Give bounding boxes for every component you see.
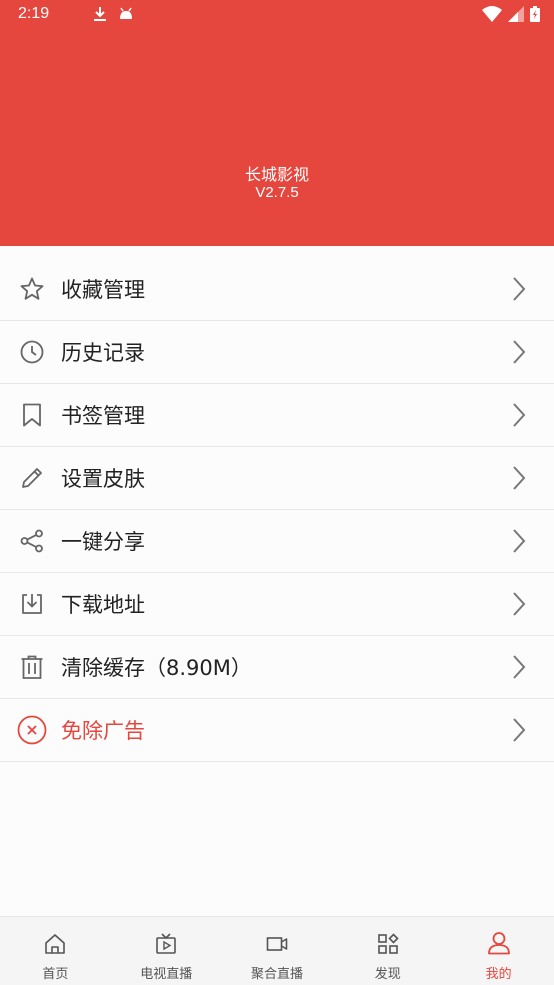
menu-item-remove-ads[interactable]: 免除广告 xyxy=(0,699,554,762)
home-icon xyxy=(45,934,66,954)
tab-tv-live[interactable]: 电视直播 xyxy=(111,917,222,985)
menu-item-label: 历史记录 xyxy=(61,341,145,365)
status-bar: 2:19 xyxy=(0,0,554,30)
pencil-icon xyxy=(22,468,42,488)
tab-mine[interactable]: 我的 xyxy=(443,917,554,985)
trash-icon xyxy=(21,655,43,679)
chevron-right-icon xyxy=(513,277,526,301)
tab-home[interactable]: 首页 xyxy=(0,917,111,985)
menu-item-label: 设置皮肤 xyxy=(61,467,145,491)
menu-item-label: 清除缓存（8.90M） xyxy=(61,656,252,680)
menu-item-label: 免除广告 xyxy=(61,719,145,743)
chevron-right-icon xyxy=(513,718,526,742)
bookmark-icon xyxy=(23,403,41,427)
chevron-right-icon xyxy=(513,655,526,679)
chevron-right-icon xyxy=(513,466,526,490)
status-time: 2:19 xyxy=(18,5,50,22)
user-icon xyxy=(487,932,510,955)
profile-header: 2:19 长城影视 V2.7.5 xyxy=(0,0,554,246)
download-box-icon xyxy=(22,594,42,614)
video-icon xyxy=(266,937,288,951)
app-version: V2.7.5 xyxy=(255,184,299,201)
close-circle-icon xyxy=(17,715,47,745)
settings-menu: 收藏管理 历史记录 书签管理 设置皮肤 一键分享 下载地址 清除缓存（8.90M… xyxy=(0,258,554,762)
menu-item-label: 书签管理 xyxy=(61,404,145,428)
menu-item-favorites[interactable]: 收藏管理 xyxy=(0,258,554,321)
tab-label: 发现 xyxy=(374,967,401,982)
chevron-right-icon xyxy=(513,592,526,616)
download-icon xyxy=(94,7,106,21)
tab-label: 首页 xyxy=(42,967,69,982)
tab-discover[interactable]: 发现 xyxy=(332,917,443,985)
android-icon xyxy=(120,7,132,19)
star-icon xyxy=(20,277,44,300)
signal-icon xyxy=(508,6,524,22)
wifi-icon xyxy=(482,6,502,22)
menu-item-clear-cache[interactable]: 清除缓存（8.90M） xyxy=(0,636,554,699)
bottom-tab-bar: 首页 电视直播 聚合直播 发现 我的 xyxy=(0,916,554,985)
menu-item-label: 下载地址 xyxy=(61,593,145,617)
chevron-right-icon xyxy=(513,403,526,427)
tv-icon xyxy=(156,933,176,954)
share-icon xyxy=(20,529,43,553)
tab-aggregate-live[interactable]: 聚合直播 xyxy=(222,917,333,985)
app-title: 长城影视 xyxy=(244,165,309,184)
tab-label: 我的 xyxy=(485,967,512,982)
menu-item-bookmarks[interactable]: 书签管理 xyxy=(0,384,554,447)
menu-item-history[interactable]: 历史记录 xyxy=(0,321,554,384)
clock-icon xyxy=(20,340,44,364)
menu-item-download-address[interactable]: 下载地址 xyxy=(0,573,554,636)
tab-label: 电视直播 xyxy=(140,967,193,982)
apps-icon xyxy=(377,933,399,954)
menu-item-skin[interactable]: 设置皮肤 xyxy=(0,447,554,510)
tab-label: 聚合直播 xyxy=(250,967,303,982)
menu-item-label: 收藏管理 xyxy=(61,278,145,302)
menu-item-share[interactable]: 一键分享 xyxy=(0,510,554,573)
battery-icon xyxy=(530,6,540,22)
chevron-right-icon xyxy=(513,340,526,364)
menu-item-label: 一键分享 xyxy=(61,530,145,554)
chevron-right-icon xyxy=(513,529,526,553)
